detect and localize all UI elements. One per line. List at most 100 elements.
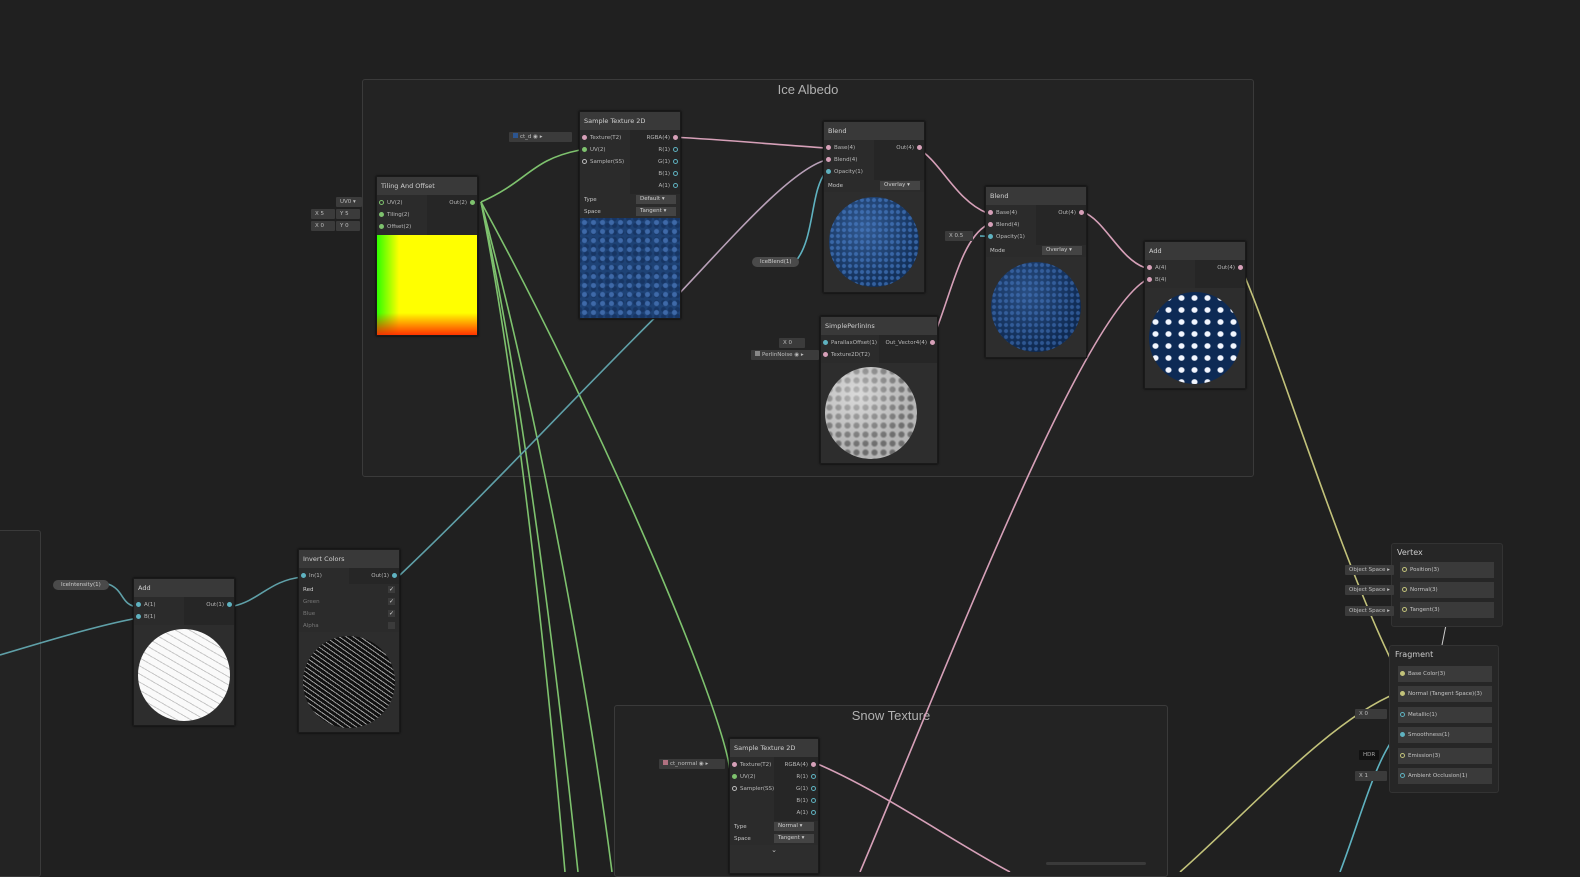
node-title: Sample Texture 2D [580, 112, 680, 130]
opacity-x-field[interactable]: X 0.5 [945, 231, 973, 241]
block-metallic[interactable]: Metallic(1) [1398, 707, 1492, 723]
mode-dropdown[interactable]: Overlay [1042, 246, 1082, 255]
tiling-and-offset-node[interactable]: Tiling And Offset UV(2) Tiling(2) Offset… [376, 176, 478, 336]
offset-x-field[interactable]: X 0 [311, 221, 335, 231]
group-ice-albedo[interactable]: Ice Albedo [362, 79, 1254, 477]
port-out[interactable]: Out(4) [874, 142, 924, 154]
sample-texture-2d-node-2[interactable]: Sample Texture 2D Texture(T2) UV(2) Samp… [729, 738, 819, 874]
group-snow-texture[interactable]: Snow Texture [614, 705, 1168, 877]
port-offset[interactable]: Offset(2) [377, 221, 427, 233]
texture-slot-perlin[interactable]: PerlinNoise ◉ ▸ [751, 350, 819, 360]
simple-perlin-node[interactable]: SimplePerlinIns ParallaxOffset(1) Textur… [820, 316, 938, 464]
block-normal-tangent[interactable]: Normal (Tangent Space)(3) [1398, 686, 1492, 702]
port-blend[interactable]: Blend(4) [986, 219, 1036, 231]
ice-intensity-property[interactable]: IceIntensity(1) [53, 580, 109, 590]
port-b[interactable]: B(1) [134, 611, 184, 623]
add-node-2[interactable]: Add A(1) B(1) Out(1) [133, 578, 235, 726]
port-r[interactable]: R(1) [774, 771, 818, 783]
uv-channel-dropdown[interactable]: UV0 ▾ [336, 197, 362, 207]
horizontal-scrollbar[interactable] [1046, 862, 1146, 865]
port-parallax-offset[interactable]: ParallaxOffset(1) [821, 337, 879, 349]
port-texture2d[interactable]: Texture2D(T2) [821, 349, 879, 361]
port-a[interactable]: A(1) [630, 180, 680, 192]
texture-slot-ct-d[interactable]: ct_d ◉ ▸ [509, 132, 572, 142]
space-dropdown[interactable]: Tangent [636, 207, 676, 216]
port-opacity[interactable]: Opacity(1) [986, 231, 1036, 243]
port-rgba[interactable]: RGBA(4) [630, 132, 680, 144]
port-sampler[interactable]: Sampler(SS) [730, 783, 774, 795]
expand-preview-chevron-icon[interactable]: ⌄ [730, 845, 818, 855]
port-uv[interactable]: UV(2) [377, 197, 427, 209]
port-texture[interactable]: Texture(T2) [580, 132, 630, 144]
port-out[interactable]: Out(4) [1036, 207, 1086, 219]
emission-hdr-color[interactable]: HDR [1359, 750, 1380, 760]
channel-red-checkbox[interactable]: ✓ [388, 586, 395, 593]
port-base[interactable]: Base(4) [986, 207, 1036, 219]
add-node[interactable]: Add A(4) B(4) Out(4) [1144, 241, 1246, 389]
port-in[interactable]: In(1) [299, 570, 349, 582]
collapsed-panel [0, 530, 41, 877]
type-dropdown[interactable]: Default [636, 195, 676, 204]
ao-x-field[interactable]: X 1 [1355, 771, 1387, 781]
channel-blue-label: Blue [303, 611, 316, 617]
port-uv[interactable]: UV(2) [730, 771, 774, 783]
metallic-x-field[interactable]: X 0 [1355, 709, 1387, 719]
port-out[interactable]: Out(1) [349, 570, 399, 582]
port-g[interactable]: G(1) [630, 156, 680, 168]
blend-node-2[interactable]: Blend Base(4) Blend(4) Opacity(1) Out(4)… [985, 186, 1087, 358]
tangent-space-dropdown[interactable]: Object Space ▸ [1345, 606, 1394, 616]
port-r[interactable]: R(1) [630, 144, 680, 156]
port-out[interactable]: Out(1) [184, 599, 234, 611]
block-normal[interactable]: Normal(3) [1400, 582, 1494, 598]
offset-y-field[interactable]: Y 0 [336, 221, 360, 231]
position-space-dropdown[interactable]: Object Space ▸ [1345, 565, 1394, 575]
preview-sphere [1149, 292, 1241, 384]
mode-label: Mode [828, 183, 843, 189]
port-a[interactable]: A(1) [134, 599, 184, 611]
port-blend[interactable]: Blend(4) [824, 154, 874, 166]
invert-colors-node[interactable]: Invert Colors In(1) Out(1) Red ✓ Green ✓ B… [298, 549, 400, 733]
sample-texture-2d-node[interactable]: Sample Texture 2D Texture(T2) UV(2) Samp… [579, 111, 681, 319]
port-uv[interactable]: UV(2) [580, 144, 630, 156]
port-base[interactable]: Base(4) [824, 142, 874, 154]
type-dropdown[interactable]: Normal [774, 822, 814, 831]
port-out[interactable]: Out(4) [1195, 262, 1245, 274]
parallax-x-field[interactable]: X 0 [779, 338, 805, 348]
block-ambient-occlusion[interactable]: Ambient Occlusion(1) [1398, 768, 1492, 784]
channel-blue-checkbox[interactable]: ✓ [388, 610, 395, 617]
block-base-color[interactable]: Base Color(3) [1398, 666, 1492, 682]
node-preview [299, 632, 399, 732]
port-b[interactable]: B(1) [774, 795, 818, 807]
preview-sphere [829, 197, 919, 287]
port-tiling[interactable]: Tiling(2) [377, 209, 427, 221]
normal-space-dropdown[interactable]: Object Space ▸ [1345, 585, 1394, 595]
node-title: SimplePerlinIns [821, 317, 937, 335]
block-position[interactable]: Position(3) [1400, 562, 1494, 578]
port-a[interactable]: A(4) [1145, 262, 1195, 274]
port-sampler[interactable]: Sampler(SS) [580, 156, 630, 168]
block-emission[interactable]: Emission(3) [1398, 748, 1492, 764]
channel-green-checkbox[interactable]: ✓ [388, 598, 395, 605]
port-texture[interactable]: Texture(T2) [730, 759, 774, 771]
texture-slot-ct-normal[interactable]: ct_normal ◉ ▸ [659, 759, 725, 769]
ice-blend-property[interactable]: IceBlend(1) [752, 257, 800, 267]
port-rgba[interactable]: RGBA(4) [774, 759, 818, 771]
port-b[interactable]: B(4) [1145, 274, 1195, 286]
port-opacity[interactable]: Opacity(1) [824, 166, 874, 178]
port-out-vector4[interactable]: Out_Vector4(4) [879, 337, 937, 349]
port-b[interactable]: B(1) [630, 168, 680, 180]
port-g[interactable]: G(1) [774, 783, 818, 795]
block-tangent[interactable]: Tangent(3) [1400, 602, 1494, 618]
space-dropdown[interactable]: Tangent [774, 834, 814, 843]
port-out[interactable]: Out(2) [427, 197, 477, 209]
port-a[interactable]: A(1) [774, 807, 818, 819]
tiling-y-field[interactable]: Y 5 [336, 209, 360, 219]
block-smoothness[interactable]: Smoothness(1) [1398, 727, 1492, 743]
vertex-context[interactable]: Vertex Position(3) Normal(3) Tangent(3) [1391, 543, 1503, 627]
blend-node[interactable]: Blend Base(4) Blend(4) Opacity(1) Out(4)… [823, 121, 925, 293]
mode-dropdown[interactable]: Overlay [880, 181, 920, 190]
fragment-context[interactable]: Fragment Base Color(3) Normal (Tangent S… [1389, 645, 1499, 793]
node-title: Add [1145, 242, 1245, 260]
channel-alpha-checkbox[interactable] [388, 622, 395, 629]
tiling-x-field[interactable]: X 5 [311, 209, 335, 219]
